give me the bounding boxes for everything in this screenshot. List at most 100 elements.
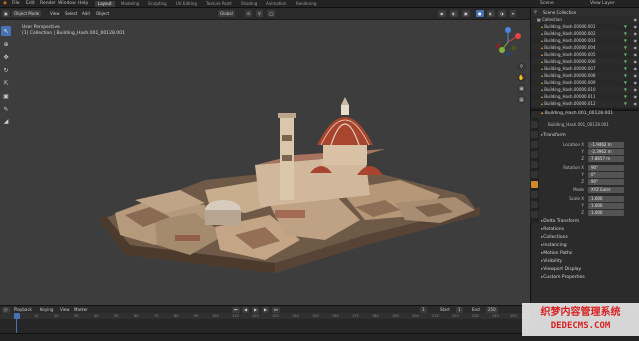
shading-rendered-icon[interactable]: ◑ [498,10,506,17]
gizmo-neg-x-axis[interactable] [495,43,501,49]
outliner-item[interactable]: ▴ Building_Hash.00000.004 ▼ ◉ [531,44,639,51]
outliner-item[interactable]: ▴ Building_Hash.00000.012 ▼ ◉ [531,100,639,107]
material-tab-icon[interactable] [531,211,538,218]
tool-tab-icon[interactable] [531,121,538,128]
section-transform[interactable]: Transform [541,133,565,138]
menu-keying[interactable]: Keying [38,307,55,313]
transform-orientation-dropdown[interactable]: Global [218,10,235,17]
view-layer-selector[interactable]: View Layer [590,1,615,6]
end-frame-field[interactable]: 250 [486,306,498,313]
perspective-toggle-icon[interactable]: ▦ [517,95,526,104]
section-visibility[interactable]: Visibility [541,259,562,264]
scale-tool-icon[interactable]: ⇱ [1,78,11,88]
playhead[interactable] [14,313,20,319]
properties-object-name-field[interactable]: ▴ Building_Hash.001_00128.001 [541,111,613,116]
outliner-search-icon[interactable]: ⚲ [534,9,537,14]
menu-edit[interactable]: Edit [26,1,35,6]
shading-options-icon[interactable]: ▾ [510,10,517,17]
snap-icon[interactable]: ⚲ [256,10,263,17]
outliner-item[interactable]: ▴ Building_Hash.00000.010 ▼ ◉ [531,86,639,93]
tab-modeling[interactable]: Modeling [118,1,142,7]
outliner-item[interactable]: ▴ Building_Hash.00000.001 ▼ ◉ [531,23,639,30]
object-tab-icon[interactable] [531,181,538,188]
tab-animation[interactable]: Animation [263,1,289,7]
editor-type-icon[interactable]: ▣ [2,10,10,17]
visibility-eye-icon[interactable]: ◉ [634,58,638,65]
transform-tool-icon[interactable]: ▣ [1,91,11,101]
move-tool-icon[interactable]: ✥ [1,52,11,62]
xray-icon[interactable]: ▣ [462,10,470,17]
tab-sculpting[interactable]: Sculpting [145,1,170,7]
rotate-tool-icon[interactable]: ↻ [1,65,11,75]
pan-hand-icon[interactable]: ✋ [517,73,526,82]
gizmo-neg-y-axis[interactable] [511,45,517,51]
physics-tab-icon[interactable] [531,201,538,208]
tab-layout[interactable]: Layout [95,1,115,7]
annotate-tool-icon[interactable]: ✎ [1,104,11,114]
rotation-x-field[interactable]: 90° [588,165,624,171]
menu-window[interactable]: Window [58,1,76,6]
current-frame-field[interactable]: 1 [420,306,427,313]
shading-material-icon[interactable]: ◐ [487,10,495,17]
view-layer-tab-icon[interactable] [531,151,538,158]
city-3d-model[interactable] [95,95,485,280]
visibility-eye-icon[interactable]: ◉ [634,44,638,51]
menu-add[interactable]: Add [80,10,92,17]
navigation-gizmo[interactable] [490,24,526,60]
visibility-eye-icon[interactable]: ◉ [634,37,638,44]
location-z-field[interactable]: 7.8657 m [588,156,624,162]
collection-row[interactable]: ▦ Collection ◉ [531,16,639,23]
menu-playback[interactable]: Playback [12,307,34,313]
location-y-field[interactable]: -2.3962 m [588,149,624,155]
camera-view-icon[interactable]: ▣ [517,84,526,93]
gizmo-neg-z-axis[interactable] [505,51,511,57]
blender-logo-icon[interactable]: ◉ [3,1,7,6]
scene-tab-icon[interactable] [531,161,538,168]
timeline-editor-icon[interactable]: ◷ [2,306,10,313]
visibility-eye-icon[interactable]: ◉ [634,65,638,72]
output-tab-icon[interactable] [531,141,538,148]
section-delta-transform[interactable]: Delta Transform [541,219,579,224]
menu-view[interactable]: View [48,10,62,17]
object-mode-dropdown[interactable]: Object Mode [12,10,42,17]
section-custom-properties[interactable]: Custom Properties [541,275,584,280]
section-relations[interactable]: Relations [541,227,564,232]
scale-y-field[interactable]: 1.000 [588,203,624,209]
visibility-icon[interactable]: ◉ [438,10,446,17]
outliner-item[interactable]: ▴ Building_Hash.00000.007 ▼ ◉ [531,65,639,72]
start-frame-field[interactable]: 1 [456,306,463,313]
rotation-mode-dropdown[interactable]: XYZ Euler [588,187,624,193]
visibility-eye-icon[interactable]: ◉ [634,72,638,79]
section-collections[interactable]: Collections [541,235,568,240]
prev-keyframe-icon[interactable]: ◀ [242,306,250,313]
visibility-eye-icon[interactable]: ◉ [634,79,638,86]
menu-marker[interactable]: Marker [72,307,90,313]
outliner-item[interactable]: ▴ Building_Hash.00000.005 ▼ ◉ [531,51,639,58]
outliner-item[interactable]: ▴ Building_Hash.00000.009 ▼ ◉ [531,79,639,86]
visibility-eye-icon[interactable]: ◉ [634,23,638,30]
jump-start-icon[interactable]: ⏮ [232,306,240,313]
zoom-icon[interactable]: ⚲ [517,62,526,71]
outliner-item[interactable]: ▴ Building_Hash.00000.011 ▼ ◉ [531,93,639,100]
jump-end-icon[interactable]: ⏭ [272,306,280,313]
visibility-eye-icon[interactable]: ◉ [634,100,638,107]
select-box-tool-icon[interactable]: ↖ [1,26,11,36]
modifier-tab-icon[interactable] [531,191,538,198]
shading-solid-icon[interactable]: ● [476,10,484,17]
outliner-item[interactable]: ▴ Building_Hash.00000.003 ▼ ◉ [531,37,639,44]
tab-texture-paint[interactable]: Texture Paint [203,1,235,7]
rotation-z-field[interactable]: 90° [588,179,624,185]
location-x-field[interactable]: -1.9462 m [588,142,624,148]
visibility-eye-icon[interactable]: ◉ [634,16,638,23]
outliner-item[interactable]: ▴ Building_Hash.00000.006 ▼ ◉ [531,58,639,65]
scale-x-field[interactable]: 1.000 [588,196,624,202]
tab-rendering[interactable]: Rendering [293,1,319,7]
next-keyframe-icon[interactable]: ▶ [262,306,270,313]
measure-tool-icon[interactable]: ◢ [1,116,11,126]
scene-selector[interactable]: Scene [540,1,554,6]
menu-object[interactable]: Object [94,10,111,17]
menu-timeline-view[interactable]: View [58,307,72,313]
outliner-item[interactable]: ▴ Building_Hash.00000.002 ▼ ◉ [531,30,639,37]
menu-file[interactable]: File [12,1,20,6]
overlays-icon[interactable]: ◐ [450,10,458,17]
